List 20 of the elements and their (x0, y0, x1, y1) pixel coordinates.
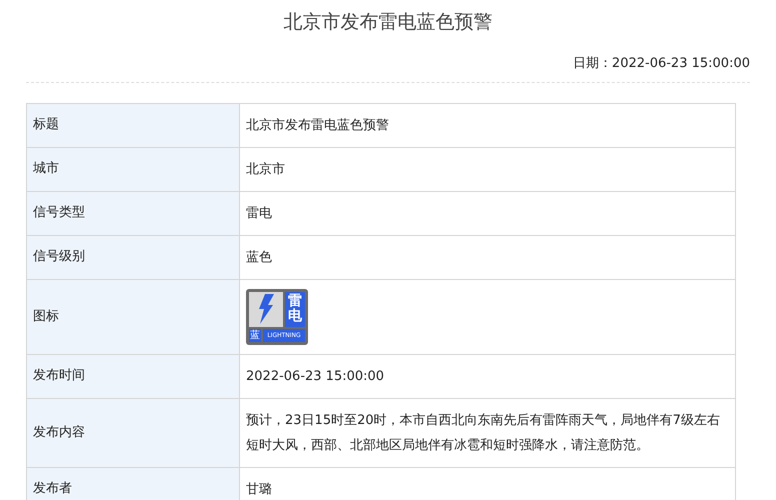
page-title: 北京市发布雷电蓝色预警 (282, 10, 494, 35)
field-label: 图标 (26, 279, 240, 354)
field-value: 蓝色 (240, 235, 736, 279)
field-value: 预计，23日15时至20时，本市自西北向东南先后有雷阵雨天气，局地伴有7级左右短时大风，西部、北部地区局地伴有冰雹和短时强降水，请注意防范。 (240, 398, 736, 467)
field-label: 标题 (26, 103, 240, 147)
signal-character: 雷 (288, 294, 302, 309)
publish-date: 日期：2022-06-23 15:00:00 (572, 55, 750, 73)
signal-character: 电 (288, 309, 302, 324)
field-value: 雷电 (240, 191, 736, 235)
lightning-bolt-icon (256, 294, 276, 324)
field-value: 北京市发布雷电蓝色预警 (240, 103, 736, 147)
field-value: 2022-06-23 15:00:00 (240, 354, 736, 398)
field-label: 信号级别 (26, 235, 240, 279)
field-label: 发布时间 (26, 354, 240, 398)
field-label: 发布内容 (26, 398, 240, 467)
field-label: 信号类型 (26, 191, 240, 235)
field-value: 北京市 (240, 147, 736, 191)
signal-level-character: 蓝 (249, 328, 261, 342)
field-label: 城市 (26, 147, 240, 191)
field-label: 发布者 (26, 467, 240, 500)
